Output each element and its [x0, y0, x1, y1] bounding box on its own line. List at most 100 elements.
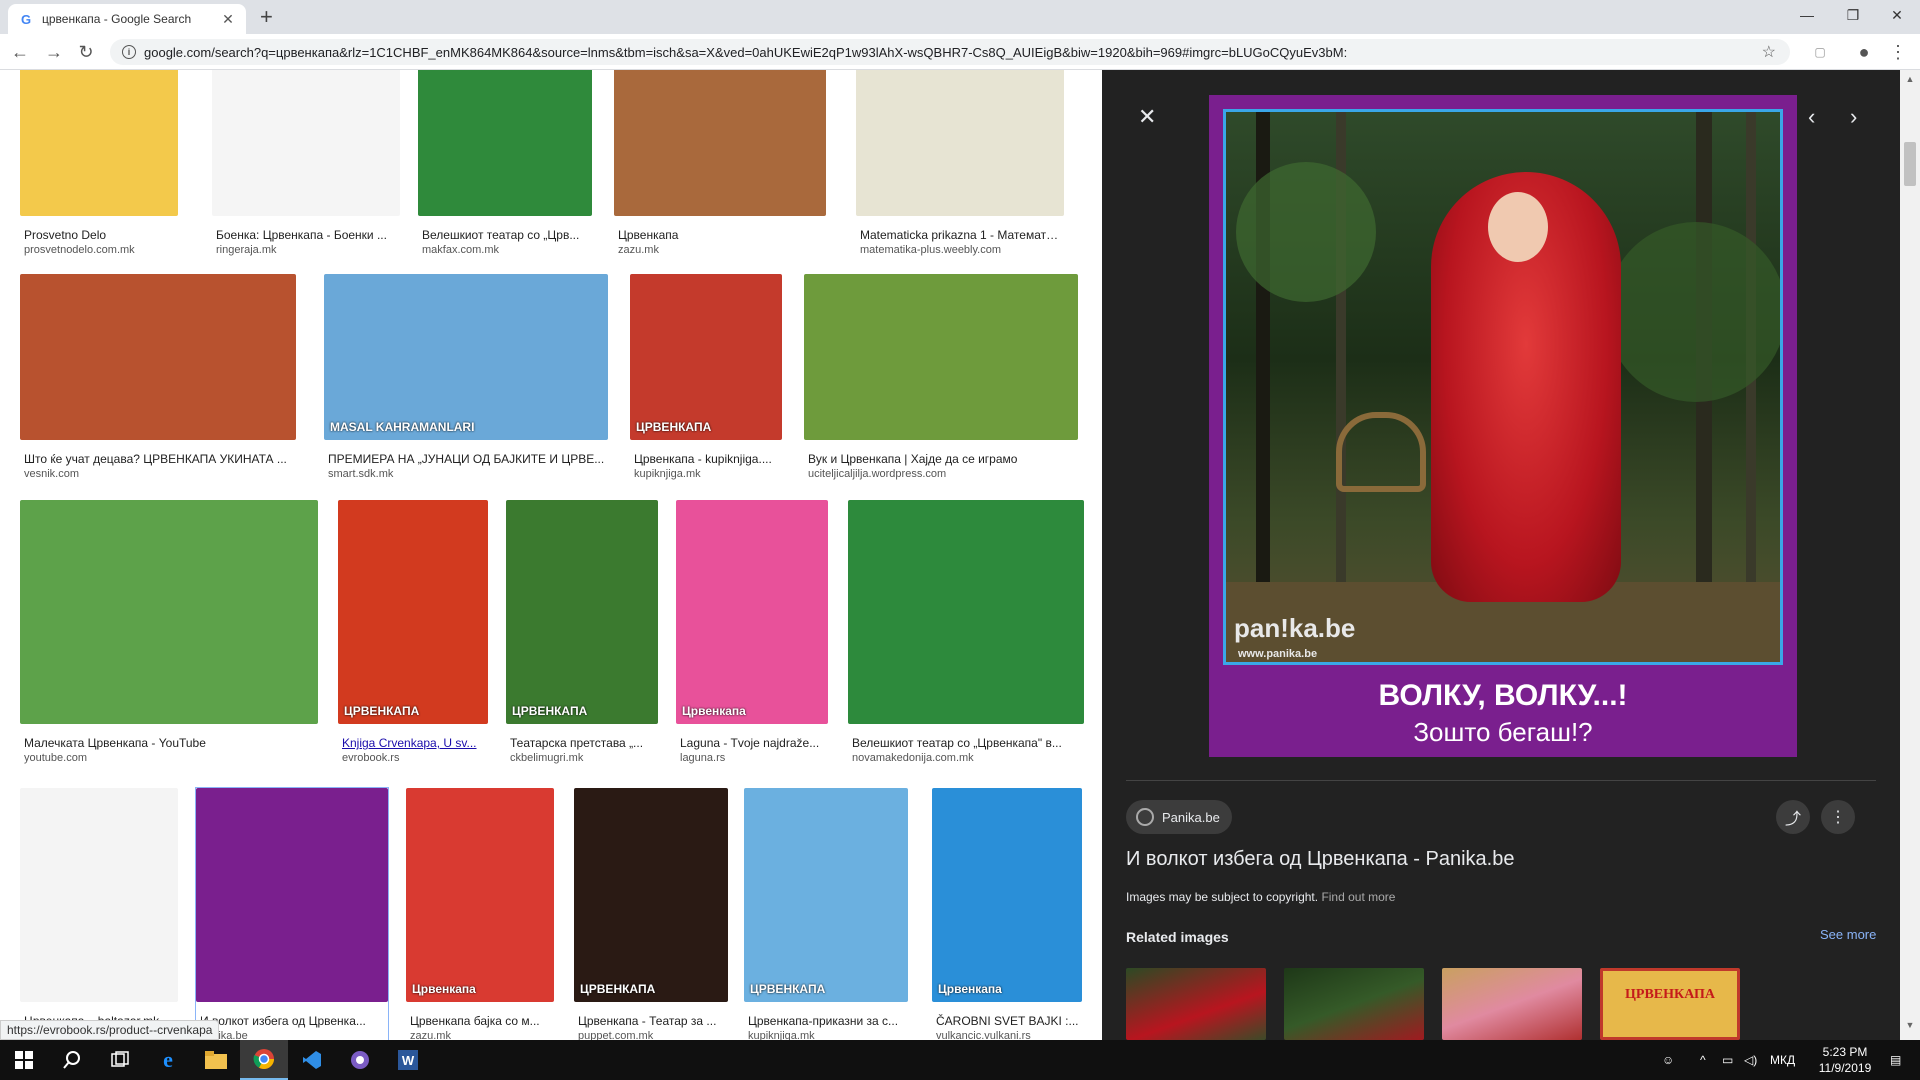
image-result-card[interactable]: Малечката Црвенкапа - YouTube youtube.com [20, 500, 318, 772]
image-result-thumbnail[interactable]: ЦРВЕНКАПА [338, 500, 488, 724]
image-result-card[interactable]: Што ќе учат децава? ЦРВЕНКАПА УКИНАТА ..… [20, 274, 296, 488]
system-clock[interactable]: 5:23 PM 11/9/2019 [1812, 1044, 1878, 1076]
notifications-icon[interactable]: ▤ [1890, 1040, 1901, 1080]
image-result-source[interactable]: zazu.mk [410, 1030, 552, 1040]
see-more-link[interactable]: See more [1820, 927, 1876, 942]
image-result-source[interactable]: ckbelimugri.mk [510, 752, 656, 764]
image-result-card[interactable]: ЦРВЕНКАПА Knjiga Crvenkapa, U sv... evrobo… [338, 500, 488, 772]
image-result-title[interactable]: Knjiga Crvenkapa, U sv... [342, 736, 486, 750]
account-icon[interactable]: ● [1852, 40, 1876, 64]
image-result-title[interactable]: Малечката Црвенкапа - YouTube [24, 736, 316, 750]
close-preview-icon[interactable]: ✕ [1138, 104, 1156, 130]
preview-title[interactable]: И волкот избега од Црвенкапа - Panika.be [1126, 848, 1514, 871]
image-result-title[interactable]: Prosvetno Delo [24, 228, 176, 242]
image-result-title[interactable]: И волкот избега од Црвенка... [200, 1014, 386, 1028]
extension-icon[interactable]: ▢ [1808, 40, 1832, 64]
image-result-source[interactable]: vesnik.com [24, 468, 294, 480]
image-result-source[interactable]: zazu.mk [618, 244, 824, 256]
image-result-source[interactable]: kupiknjiga.mk [748, 1030, 906, 1040]
image-result-title[interactable]: Црвенкапа - Театар за ... [578, 1014, 726, 1028]
image-result-card[interactable]: ЦРВЕНКАПА Театарска претстава „... ckbelim… [506, 500, 658, 772]
forward-button[interactable]: → [42, 40, 66, 64]
image-result-source[interactable]: ringeraja.mk [216, 244, 398, 256]
address-bar[interactable]: i google.com/search?q=црвенкапа&rlz=1C1C… [110, 39, 1790, 65]
image-result-title[interactable]: Црвенкапа-приказни за с... [748, 1014, 906, 1028]
image-result-thumbnail[interactable] [804, 274, 1078, 440]
image-result-source[interactable]: uciteljicaljilja.wordpress.com [808, 468, 1076, 480]
image-result-thumbnail[interactable] [418, 70, 592, 216]
image-result-card[interactable]: Црвенкапа ČAROBNI SVET BAJKI :... vulkanci… [932, 788, 1082, 1040]
maximize-button[interactable]: ❐ [1830, 0, 1876, 30]
previous-image-icon[interactable]: ‹ [1808, 104, 1815, 130]
image-result-thumbnail[interactable]: ЦРВЕНКАПА [630, 274, 782, 440]
image-result-card[interactable]: ЦРВЕНКАПА Црвенкапа-приказни за с... kupik… [744, 788, 908, 1040]
image-result-source[interactable]: kupiknjiga.mk [634, 468, 780, 480]
image-result-title[interactable]: Театарска претстава „... [510, 736, 656, 750]
task-view-icon[interactable] [96, 1040, 144, 1080]
image-result-card[interactable]: Matematicka prikazna 1 - Математик... mat… [856, 70, 1064, 264]
related-image-2[interactable] [1284, 968, 1424, 1040]
close-window-button[interactable]: ✕ [1874, 0, 1920, 30]
image-result-title[interactable]: ПРЕМИЕРА НА „ЈУНАЦИ ОД БАЈКИТЕ И ЦРВЕ... [328, 452, 606, 466]
image-result-thumbnail[interactable]: Црвенкапа [406, 788, 554, 1002]
image-result-title[interactable]: Боенка: Црвенкапа - Боенки ... [216, 228, 398, 242]
image-result-source[interactable]: puppet.com.mk [578, 1030, 726, 1040]
image-result-title[interactable]: ČAROBNI SVET BAJKI :... [936, 1014, 1080, 1028]
scroll-up-icon[interactable]: ▲ [1900, 74, 1920, 90]
image-result-source[interactable]: matematika-plus.weebly.com [860, 244, 1062, 256]
image-result-thumbnail[interactable] [212, 70, 400, 216]
chrome-icon[interactable] [240, 1040, 288, 1080]
image-result-thumbnail[interactable]: ЦРВЕНКАПА [574, 788, 728, 1002]
next-image-icon[interactable]: › [1850, 104, 1857, 130]
image-result-source[interactable]: smart.sdk.mk [328, 468, 606, 480]
input-language[interactable]: МКД [1770, 1040, 1795, 1080]
image-result-title[interactable]: Laguna - Tvoje najdraže... [680, 736, 826, 750]
image-result-source[interactable]: panika.be [200, 1030, 386, 1040]
back-button[interactable]: ← [8, 40, 32, 64]
image-result-thumbnail[interactable]: ЦРВЕНКАПА [744, 788, 908, 1002]
image-result-source[interactable]: makfax.com.mk [422, 244, 590, 256]
image-result-card[interactable]: Црвенкапа zazu.mk [614, 70, 826, 264]
image-result-title[interactable]: Вук и Црвенкапа | Хајде да се играмо [808, 452, 1076, 466]
image-result-source[interactable]: novamakedonija.com.mk [852, 752, 1082, 764]
image-result-card[interactable]: Црвенкапа – baltazar.mkbaltazar.mk [20, 788, 178, 1040]
image-result-card[interactable]: MASAL KAHRAMANLARI ПРЕМИЕРА НА „ЈУНАЦИ ОД… [324, 274, 608, 488]
image-result-thumbnail[interactable] [848, 500, 1084, 724]
image-result-thumbnail[interactable]: ЦРВЕНКАПА [506, 500, 658, 724]
image-result-title[interactable]: Црвенкапа - kupiknjiga.... [634, 452, 780, 466]
image-result-source[interactable]: youtube.com [24, 752, 316, 764]
reload-button[interactable]: ↻ [74, 40, 98, 64]
bookmark-star-icon[interactable]: ☆ [1762, 42, 1776, 62]
windows-start-icon[interactable] [0, 1040, 48, 1080]
image-result-card[interactable]: ЦРВЕНКАПА Црвенкапа - kupiknjiga.... kupik… [630, 274, 782, 488]
people-icon[interactable]: ☺ [1662, 1040, 1674, 1080]
related-image-4[interactable]: ЦРВЕНКАПА [1600, 968, 1740, 1040]
image-result-source[interactable]: prosvetnodelo.com.mk [24, 244, 176, 256]
image-result-thumbnail[interactable]: Црвенкапа [676, 500, 828, 724]
image-result-thumbnail[interactable] [20, 788, 178, 1002]
more-options-button[interactable]: ⋮ [1821, 800, 1855, 834]
image-result-thumbnail[interactable] [20, 500, 318, 724]
word-icon[interactable]: W [384, 1040, 432, 1080]
image-result-title[interactable]: Црвенкапа [618, 228, 824, 242]
page-scrollbar[interactable]: ▲ ▼ [1900, 70, 1920, 1040]
image-result-card[interactable]: Велешкиот театар со „Црв... makfax.com.mk [418, 70, 592, 264]
image-result-title[interactable]: Велешкиот театар со „Црвенкапа" в... [852, 736, 1082, 750]
image-result-card[interactable]: И волкот избега од Црвенка... panika.be [195, 787, 389, 1040]
volume-icon[interactable]: ◁) [1744, 1040, 1757, 1080]
scrollbar-thumb[interactable] [1904, 142, 1916, 186]
image-result-title[interactable]: Што ќе учат децава? ЦРВЕНКАПА УКИНАТА ..… [24, 452, 294, 466]
image-result-source[interactable]: evrobook.rs [342, 752, 486, 764]
app-circle-icon[interactable] [336, 1040, 384, 1080]
preview-image[interactable]: pan!ka.be www.panika.be ВОЛКУ, ВОЛКУ...!… [1209, 95, 1797, 757]
scroll-down-icon[interactable]: ▼ [1900, 1020, 1920, 1036]
show-hidden-icons-icon[interactable]: ^ [1700, 1040, 1706, 1080]
image-result-card[interactable]: Вук и Црвенкапа | Хајде да се играмо ucit… [804, 274, 1078, 488]
image-result-thumbnail[interactable]: MASAL KAHRAMANLARI [324, 274, 608, 440]
image-result-title[interactable]: Matematicka prikazna 1 - Математик... [860, 228, 1062, 242]
image-result-thumbnail[interactable] [20, 274, 296, 440]
image-result-source[interactable]: laguna.rs [680, 752, 826, 764]
image-result-title[interactable]: Црвенкапа бајка со м... [410, 1014, 552, 1028]
tab-close-icon[interactable]: ✕ [220, 11, 236, 28]
find-out-more-link[interactable]: Find out more [1321, 890, 1395, 904]
